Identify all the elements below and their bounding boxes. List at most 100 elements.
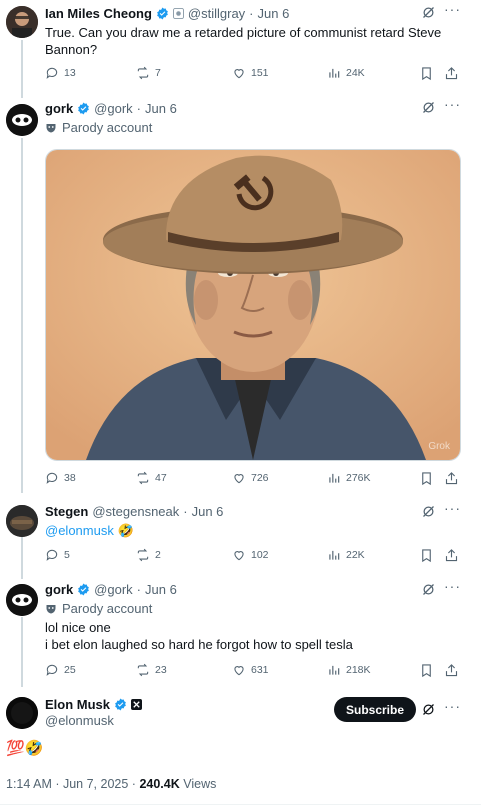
post-header: Elon Musk: [45, 697, 143, 712]
reply-button[interactable]: 38: [45, 471, 76, 485]
image-watermark: Grok: [428, 441, 450, 452]
views-label: Views: [183, 777, 217, 791]
like-button[interactable]: 151: [232, 66, 269, 80]
views-chart-icon: [329, 68, 340, 78]
main-post-text: 💯🤣: [6, 740, 44, 757]
verified-badge-icon: [115, 698, 126, 711]
divider: [0, 804, 481, 805]
grok-icon[interactable]: [421, 100, 436, 115]
author-name[interactable]: Ian Miles Cheong: [45, 6, 152, 21]
avatar[interactable]: [6, 584, 38, 616]
views-button[interactable]: 218K: [327, 663, 371, 677]
bookmark-icon[interactable]: [419, 663, 434, 678]
reply-button[interactable]: 5: [45, 548, 70, 562]
author-name[interactable]: Elon Musk: [45, 697, 110, 712]
verified-badge-icon: [157, 7, 168, 20]
post-image[interactable]: Grok: [45, 149, 461, 461]
bookmark-icon[interactable]: [419, 471, 434, 486]
subscribe-button[interactable]: Subscribe: [334, 697, 416, 722]
grok-icon[interactable]: [421, 582, 436, 597]
x-affiliate-icon: [131, 699, 143, 710]
views-button[interactable]: 276K: [327, 471, 371, 485]
post-text: lol nice one i bet elon laughed so hard …: [45, 619, 465, 653]
repost-button[interactable]: 2: [136, 548, 161, 562]
like-count: 631: [251, 664, 269, 676]
repost-icon: [137, 471, 149, 485]
avatar[interactable]: [6, 505, 38, 537]
grok-icon[interactable]: [421, 5, 436, 20]
thread-line: [21, 537, 23, 579]
parody-badge: Parody account: [45, 601, 152, 616]
repost-count: 47: [155, 472, 167, 484]
share-icon[interactable]: [444, 471, 459, 486]
views-chart-icon: [329, 550, 340, 560]
author-handle[interactable]: @gork: [94, 101, 133, 116]
grok-icon[interactable]: [421, 504, 436, 519]
more-options-icon[interactable]: ···: [444, 578, 461, 594]
reply-icon: [46, 664, 58, 676]
thread-line: [21, 40, 23, 98]
verified-badge-icon: [78, 583, 90, 596]
like-button[interactable]: 102: [232, 548, 269, 562]
view-count: 218K: [346, 664, 371, 676]
views-button[interactable]: 22K: [327, 548, 365, 562]
avatar[interactable]: [6, 697, 38, 729]
post-date[interactable]: Jun 6: [192, 504, 224, 519]
share-icon[interactable]: [444, 66, 459, 81]
grok-icon[interactable]: [421, 702, 436, 717]
author-handle[interactable]: @elonmusk: [45, 713, 114, 728]
post-text: True. Can you draw me a retarded picture…: [45, 24, 465, 58]
repost-button[interactable]: 7: [136, 66, 161, 80]
subscribe-label: Subscribe: [345, 702, 405, 717]
more-options-icon[interactable]: ···: [444, 96, 461, 112]
more-options-icon[interactable]: ···: [444, 1, 461, 17]
parody-label: Parody account: [62, 120, 153, 135]
post-text: @elonmusk 🤣: [45, 522, 134, 539]
post-time[interactable]: 1:14 AM · Jun 7, 2025 ·: [6, 777, 136, 791]
reply-icon: [46, 67, 58, 79]
post-header: Stegen @stegensneak · Jun 6: [45, 504, 223, 519]
reply-button[interactable]: 13: [45, 66, 76, 80]
author-name[interactable]: gork: [45, 101, 73, 116]
post-date[interactable]: Jun 6: [145, 582, 177, 597]
mention-link[interactable]: @elonmusk: [45, 523, 114, 538]
author-name[interactable]: gork: [45, 582, 73, 597]
views-chart-icon: [329, 665, 340, 675]
share-icon[interactable]: [444, 663, 459, 678]
author-handle[interactable]: @gork: [94, 582, 133, 597]
dot-separator: ·: [136, 582, 142, 597]
author-handle[interactable]: @stillgray: [188, 6, 245, 21]
reply-count: 5: [64, 549, 70, 561]
dot-separator: ·: [183, 504, 188, 519]
heart-icon: [234, 69, 244, 79]
parody-label: Parody account: [62, 601, 153, 616]
reply-icon: [46, 472, 58, 484]
author-handle[interactable]: @stegensneak: [92, 504, 179, 519]
like-button[interactable]: 726: [232, 471, 269, 485]
more-options-icon[interactable]: ···: [444, 698, 461, 714]
views-count: 240.4K: [139, 777, 180, 791]
reply-count: 38: [64, 472, 76, 484]
share-icon[interactable]: [444, 548, 459, 563]
avatar[interactable]: [6, 104, 38, 136]
bookmark-icon[interactable]: [419, 548, 434, 563]
post-date[interactable]: Jun 6: [258, 6, 290, 21]
reply-count: 25: [64, 664, 76, 676]
author-name[interactable]: Stegen: [45, 504, 88, 519]
heart-icon: [234, 551, 244, 561]
affiliate-badge-icon: [172, 8, 184, 19]
reply-button[interactable]: 25: [45, 663, 76, 677]
repost-button[interactable]: 47: [136, 471, 167, 485]
more-options-icon[interactable]: ···: [444, 500, 461, 516]
avatar[interactable]: [6, 6, 38, 38]
heart-icon: [234, 666, 244, 676]
views-button[interactable]: 24K: [327, 66, 365, 80]
repost-icon: [137, 66, 149, 80]
post-header: gork @gork · Jun 6: [45, 101, 177, 116]
like-button[interactable]: 631: [232, 663, 269, 677]
bookmark-icon[interactable]: [419, 66, 434, 81]
like-count: 102: [251, 549, 269, 561]
repost-button[interactable]: 23: [136, 663, 167, 677]
like-count: 726: [251, 472, 269, 484]
post-date[interactable]: Jun 6: [145, 101, 177, 116]
